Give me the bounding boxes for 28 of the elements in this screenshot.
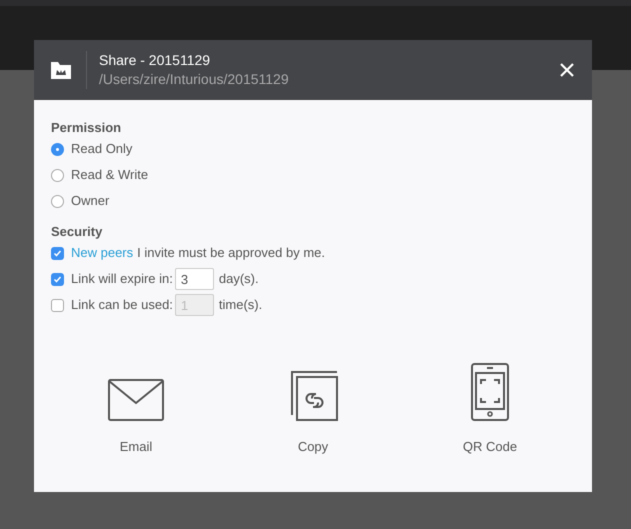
checkbox[interactable]	[51, 272, 64, 286]
checkbox-label: I invite must be approved by me.	[137, 244, 326, 262]
checkmark-icon	[53, 248, 62, 258]
checkbox[interactable]	[51, 246, 64, 260]
unit-label: day(s).	[218, 270, 259, 288]
radio-button[interactable]	[51, 194, 64, 208]
radio-button[interactable]	[51, 168, 64, 182]
share-option[interactable]: QR Code	[450, 361, 530, 456]
radio-button[interactable]	[51, 142, 64, 156]
section-heading: Security	[51, 224, 104, 240]
folder-path: /Users/zire/Inturious/20151129	[99, 70, 290, 89]
dialog-title: Share - 20151129	[99, 51, 212, 70]
section-heading: Permission	[51, 120, 122, 136]
checkmark-icon	[53, 274, 62, 284]
envelope-icon	[108, 379, 164, 421]
unit-label: time(s).	[218, 296, 262, 314]
share-option[interactable]: Copy	[273, 361, 353, 456]
close-button[interactable]	[558, 61, 576, 79]
share-option[interactable]: Email	[96, 361, 176, 456]
shared-folder-icon	[51, 61, 71, 79]
radio-label: Read & Write	[71, 166, 148, 184]
checkbox-label: Link will expire in:	[71, 270, 173, 288]
checkbox-label: Link can be used:	[71, 296, 173, 314]
radio-label: Owner	[71, 192, 110, 210]
number-field[interactable]: 3	[174, 268, 214, 290]
radio-label: Read Only	[71, 140, 132, 158]
phone-scan-icon	[471, 363, 509, 421]
link-copy-icon	[288, 371, 338, 421]
